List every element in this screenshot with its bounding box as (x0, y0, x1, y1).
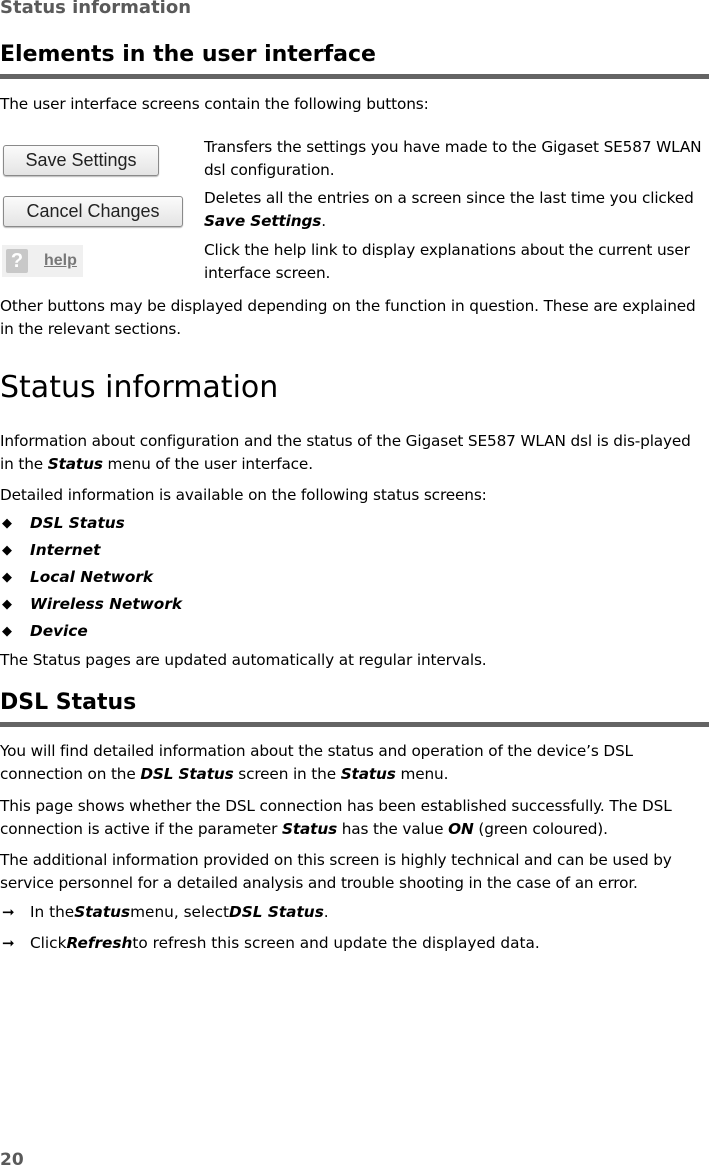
save-settings-description: Transfers the settings you have made to … (204, 138, 702, 179)
bullet-diamond-icon: ◆ (2, 569, 12, 585)
status-paragraph-3: The Status pages are updated automatical… (0, 651, 487, 669)
dsl-paragraph-2: This page shows whether the DSL connecti… (0, 797, 672, 838)
section-rule (0, 722, 709, 727)
list-item: ◆ Local Network (2, 568, 154, 586)
list-item: ◆ Wireless Network (2, 595, 183, 613)
question-mark-icon: ? (6, 249, 28, 273)
instruction-step: ➞ Click Refresh to refresh this screen an… (2, 934, 540, 952)
help-link[interactable]: help (44, 252, 77, 270)
running-header: Status information (0, 0, 192, 18)
list-item: ◆ DSL Status (2, 514, 125, 532)
section-title-elements: Elements in the user interface (0, 42, 376, 67)
cancel-changes-description: Deletes all the entries on a screen sinc… (204, 189, 694, 230)
intro-paragraph: The user interface screens contain the f… (0, 95, 429, 113)
status-paragraph-1: Information about configuration and the … (0, 432, 691, 473)
section-title-dsl-status: DSL Status (0, 690, 137, 715)
arrow-right-icon: ➞ (2, 903, 15, 921)
instruction-step: ➞ In the Status menu, select DSL Status. (2, 903, 329, 921)
save-settings-button[interactable]: Save Settings (3, 145, 159, 176)
bullet-diamond-icon: ◆ (2, 515, 12, 531)
bullet-diamond-icon: ◆ (2, 596, 12, 612)
section-rule (0, 74, 709, 79)
bullet-diamond-icon: ◆ (2, 542, 12, 558)
dsl-paragraph-3: The additional information provided on t… (0, 851, 672, 892)
outro-paragraph: Other buttons may be displayed depending… (0, 297, 696, 338)
section-title-status: Status information (0, 370, 279, 405)
cancel-changes-button[interactable]: Cancel Changes (3, 196, 183, 227)
dsl-paragraph-1: You will find detailed information about… (0, 742, 633, 783)
list-item: ◆ Internet (2, 541, 101, 559)
arrow-right-icon: ➞ (2, 934, 15, 952)
status-paragraph-2: Detailed information is available on the… (0, 486, 487, 504)
help-button[interactable]: ? help (2, 245, 83, 277)
help-description: Click the help link to display explanati… (204, 241, 690, 282)
page-number: 20 (0, 1150, 24, 1170)
bullet-diamond-icon: ◆ (2, 623, 12, 639)
list-item: ◆ Device (2, 622, 88, 640)
